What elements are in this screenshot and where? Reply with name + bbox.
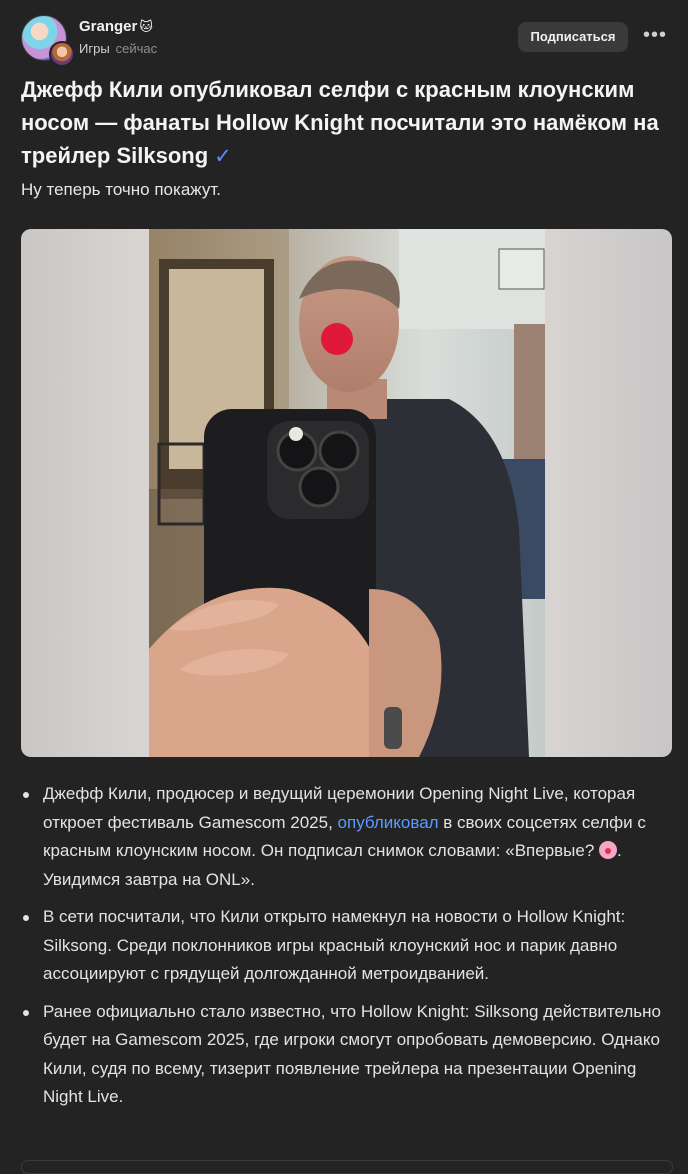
post-title[interactable]: Джефф Кили опубликовал селфи с красным к… (21, 73, 671, 173)
author-name-text[interactable]: Granger (79, 18, 137, 35)
verified-check-icon: ✓ (214, 145, 232, 168)
cat-emoji-icon: 🐱 (139, 19, 153, 34)
post-time: сейчас (115, 41, 158, 56)
author-name[interactable]: Granger 🐱 (79, 18, 153, 35)
subscribe-button[interactable]: Подписаться (518, 22, 628, 52)
list-item: Джефф Кили, продюсер и ведущий церемонии… (21, 780, 671, 894)
category-link[interactable]: Игры (79, 41, 110, 56)
list-item: Ранее официально стало известно, что Hol… (21, 998, 671, 1112)
bullet-text: Ранее официально стало известно, что Hol… (43, 1001, 662, 1107)
post-title-text[interactable]: Джефф Кили опубликовал селфи с красным к… (21, 77, 659, 168)
list-item: В сети посчитали, что Кили открыто намек… (21, 903, 671, 989)
post-meta: Игры сейчас (79, 41, 157, 56)
clown-face-emoji-icon (599, 841, 618, 859)
author-avatar[interactable] (21, 15, 75, 67)
inline-link[interactable]: опубликовал (338, 813, 439, 832)
community-avatar[interactable] (49, 41, 75, 67)
more-dots-icon[interactable]: ••• (639, 22, 671, 52)
post-header: Granger 🐱 Игры сейчас Подписаться ••• (21, 14, 671, 67)
selfie-image (149, 229, 545, 757)
bullet-list: Джефф Кили, продюсер и ведущий церемонии… (21, 780, 671, 1121)
post-subtitle: Ну теперь точно покажут. (21, 180, 221, 199)
post-photo[interactable] (21, 229, 672, 757)
bullet-text: В сети посчитали, что Кили открыто намек… (43, 907, 626, 983)
next-card-edge (21, 1160, 673, 1174)
